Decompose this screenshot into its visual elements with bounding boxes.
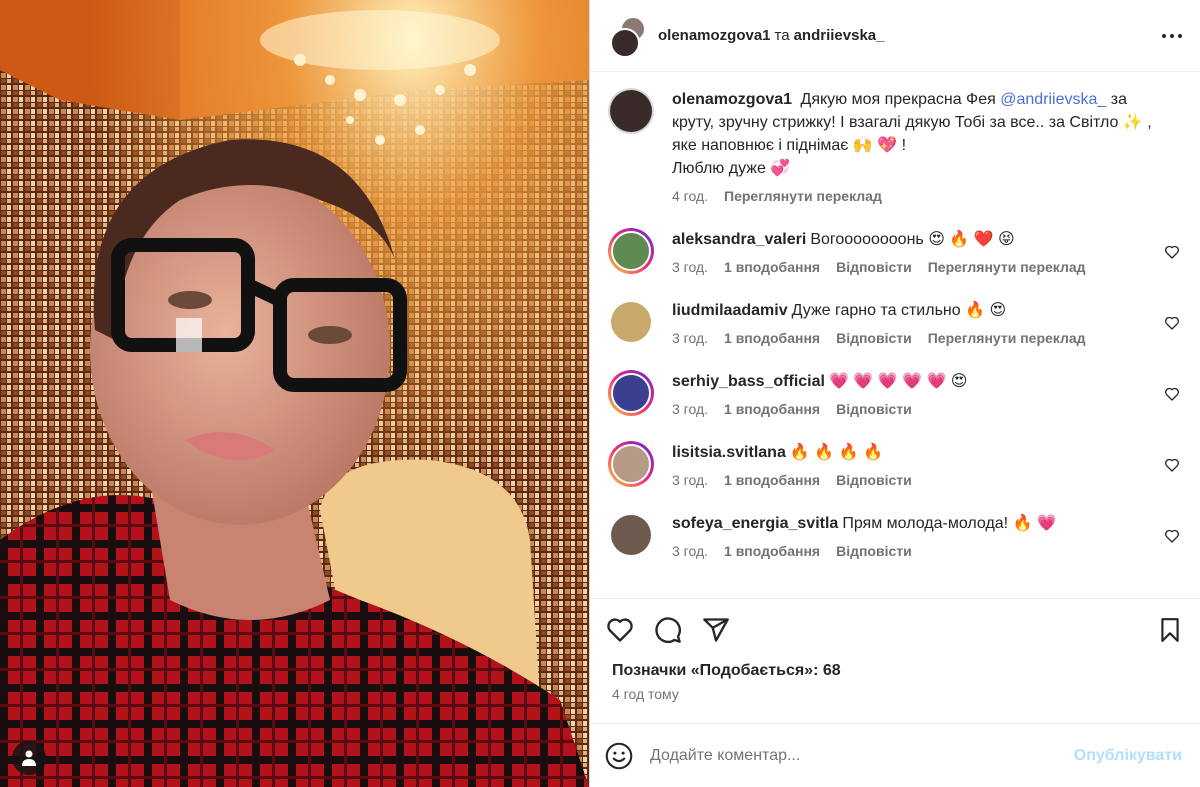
reply-button[interactable]: Відповісти bbox=[836, 401, 912, 417]
caption-text-before: Дякую моя прекрасна Фея bbox=[800, 91, 996, 108]
heart-icon[interactable] bbox=[1164, 315, 1180, 331]
smile-icon bbox=[605, 742, 633, 769]
comment-username[interactable]: lisitsia.svitlana bbox=[672, 444, 786, 461]
heart-icon[interactable] bbox=[1164, 457, 1180, 473]
caption-time[interactable]: 4 год. bbox=[672, 188, 708, 204]
share-button[interactable] bbox=[696, 610, 736, 650]
reply-button[interactable]: Відповісти bbox=[836, 543, 912, 559]
comment-icon bbox=[655, 616, 681, 643]
heart-icon bbox=[607, 617, 633, 642]
post-side-panel: olenamozgova1 та andriievska_ olenamozgova… bbox=[590, 0, 1200, 787]
comment-username[interactable]: liudmilaadamiv bbox=[672, 302, 788, 319]
post-caption: olenamozgova1 Дякую моя прекрасна Фея @a… bbox=[608, 88, 1182, 204]
avatar[interactable] bbox=[608, 228, 654, 274]
reply-button[interactable]: Відповісти bbox=[836, 330, 912, 346]
comment-likes[interactable]: 1 вподобання bbox=[724, 401, 820, 417]
author-link[interactable]: olenamozgova1 bbox=[658, 27, 771, 44]
caption-username[interactable]: olenamozgova1 bbox=[672, 91, 792, 108]
post-actions-bar bbox=[590, 598, 1200, 660]
avatar[interactable] bbox=[608, 299, 654, 345]
comment-text: Прям молода-молода! 🔥 💗 bbox=[842, 515, 1057, 532]
emoji-button[interactable] bbox=[602, 739, 636, 773]
comment-username[interactable]: aleksandra_valeri bbox=[672, 231, 806, 248]
comment-username[interactable]: serhiy_bass_official bbox=[672, 373, 825, 390]
bookmark-icon bbox=[1161, 617, 1179, 642]
see-translation-link[interactable]: Переглянути переклад bbox=[928, 259, 1086, 275]
comment-item: lisitsia.svitlana 🔥 🔥 🔥 🔥 3 год. 1 вподоб… bbox=[608, 441, 1182, 488]
comment-input[interactable] bbox=[650, 746, 1064, 765]
comment-item: aleksandra_valeri Вогоооооооонь 😍 🔥 ❤️ 😝 … bbox=[608, 228, 1182, 275]
user-icon bbox=[22, 750, 36, 766]
coauthor-link[interactable]: andriievska_ bbox=[794, 27, 885, 44]
selfie-image bbox=[0, 0, 589, 787]
comment-likes[interactable]: 1 вподобання bbox=[724, 330, 820, 346]
caption-text: olenamozgova1 Дякую моя прекрасна Фея @a… bbox=[672, 88, 1154, 180]
caption-meta: 4 год. Переглянути переклад bbox=[672, 188, 1154, 204]
heart-icon[interactable] bbox=[1164, 528, 1180, 544]
more-options-button[interactable] bbox=[1160, 24, 1184, 48]
likes-number: 68 bbox=[822, 662, 841, 679]
collab-avatars[interactable] bbox=[610, 15, 646, 58]
comment-text: 🔥 🔥 🔥 🔥 bbox=[789, 444, 883, 461]
add-comment-bar: Опублікувати bbox=[590, 723, 1200, 787]
comment-text: 💗 💗 💗 💗 💗 😍 bbox=[828, 373, 968, 390]
comment-likes[interactable]: 1 вподобання bbox=[724, 472, 820, 488]
collab-usernames: olenamozgova1 та andriievska_ bbox=[658, 27, 884, 44]
paper-plane-icon bbox=[703, 617, 729, 642]
comment-text: Вогоооооооонь 😍 🔥 ❤️ 😝 bbox=[810, 231, 1015, 248]
comment-username[interactable]: sofeya_energia_svitla bbox=[672, 515, 838, 532]
likes-label: Позначки «Подобається»: bbox=[612, 662, 819, 679]
comment-button[interactable] bbox=[648, 610, 688, 650]
save-button[interactable] bbox=[1150, 610, 1190, 650]
comment-time[interactable]: 3 год. bbox=[672, 330, 708, 346]
comment-likes[interactable]: 1 вподобання bbox=[724, 259, 820, 275]
post-comment-button[interactable]: Опублікувати bbox=[1074, 747, 1182, 765]
post-time[interactable]: 4 год тому bbox=[590, 680, 1200, 702]
post-photo[interactable] bbox=[0, 0, 589, 787]
avatar[interactable] bbox=[608, 370, 654, 416]
comment-time[interactable]: 3 год. bbox=[672, 401, 708, 417]
instagram-post-modal: olenamozgova1 та andriievska_ olenamozgova… bbox=[0, 0, 1200, 787]
likes-count[interactable]: Позначки «Подобається»: 68 bbox=[590, 660, 1200, 680]
heart-icon[interactable] bbox=[1164, 244, 1180, 260]
more-horizontal-icon bbox=[1162, 33, 1182, 38]
joiner-text: та bbox=[774, 27, 790, 44]
avatar[interactable] bbox=[608, 441, 654, 487]
caption-mention[interactable]: @andriievska_ bbox=[1000, 91, 1106, 108]
caption-line2: Люблю дуже 💞 bbox=[672, 160, 791, 177]
comment-time[interactable]: 3 год. bbox=[672, 543, 708, 559]
comment-time[interactable]: 3 год. bbox=[672, 259, 708, 275]
comment-item: sofeya_energia_svitla Прям молода-молода!… bbox=[608, 512, 1182, 559]
see-translation-link[interactable]: Переглянути переклад bbox=[928, 330, 1086, 346]
post-header: olenamozgova1 та andriievska_ bbox=[590, 0, 1200, 72]
tagged-users-button[interactable] bbox=[12, 741, 46, 775]
comment-text: Дуже гарно та стильно 🔥 😍 bbox=[791, 302, 1007, 319]
avatar bbox=[610, 27, 640, 58]
avatar[interactable] bbox=[608, 88, 654, 134]
reply-button[interactable]: Відповісти bbox=[836, 472, 912, 488]
comment-likes[interactable]: 1 вподобання bbox=[724, 543, 820, 559]
avatar[interactable] bbox=[608, 512, 654, 558]
like-button[interactable] bbox=[600, 610, 640, 650]
heart-icon[interactable] bbox=[1164, 386, 1180, 402]
comment-item: serhiy_bass_official 💗 💗 💗 💗 💗 😍 3 год. 1… bbox=[608, 370, 1182, 417]
comments-list[interactable]: olenamozgova1 Дякую моя прекрасна Фея @a… bbox=[590, 72, 1200, 598]
comment-item: liudmilaadamiv Дуже гарно та стильно 🔥 😍 … bbox=[608, 299, 1182, 346]
see-translation-link[interactable]: Переглянути переклад bbox=[724, 188, 882, 204]
comment-time[interactable]: 3 год. bbox=[672, 472, 708, 488]
reply-button[interactable]: Відповісти bbox=[836, 259, 912, 275]
